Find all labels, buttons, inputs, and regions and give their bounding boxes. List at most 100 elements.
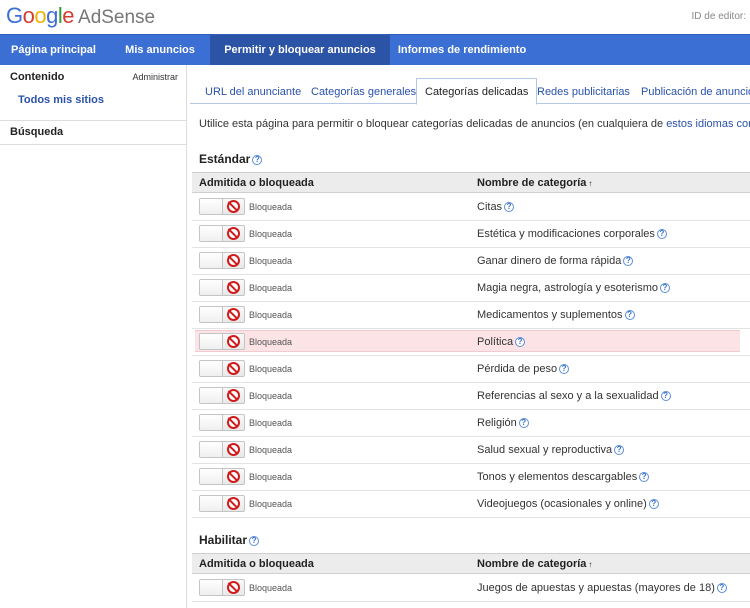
category-name: Estética y modificaciones corporales? bbox=[477, 228, 667, 240]
category-tabs: URL del anunciante Categorías generales … bbox=[190, 77, 750, 105]
blocked-icon bbox=[227, 200, 240, 213]
blocked-icon bbox=[227, 254, 240, 267]
blocked-icon bbox=[227, 497, 240, 510]
tab-general-categories[interactable]: Categorías generales bbox=[303, 81, 424, 104]
column-category-sort[interactable]: Nombre de categoría ↑ bbox=[477, 558, 592, 570]
supported-languages-link[interactable]: estos idiomas compatibles bbox=[666, 118, 750, 130]
status-label: Bloqueada bbox=[249, 364, 293, 374]
help-icon[interactable]: ? bbox=[559, 364, 570, 374]
help-icon[interactable]: ? bbox=[716, 583, 727, 593]
status-label: Bloqueada bbox=[249, 283, 293, 293]
table-header: Admitida o bloqueada Nombre de categoría ↑ bbox=[192, 172, 750, 193]
toggle-knob bbox=[200, 361, 223, 376]
sidebar-divider bbox=[0, 120, 186, 121]
table-row: Bloqueada Religión? bbox=[192, 410, 750, 437]
category-name: Religión? bbox=[477, 417, 529, 429]
column-status: Admitida o bloqueada bbox=[199, 558, 314, 570]
column-status: Admitida o bloqueada bbox=[199, 177, 314, 189]
status-label: Bloqueada bbox=[249, 583, 293, 593]
help-icon[interactable]: ? bbox=[614, 445, 625, 455]
nav-allow-block-ads[interactable]: Permitir y bloquear anuncios bbox=[210, 35, 390, 65]
sidebar-item-search[interactable]: Búsqueda bbox=[10, 126, 63, 138]
blocked-icon bbox=[227, 470, 240, 483]
blocked-icon bbox=[227, 227, 240, 240]
column-category-sort[interactable]: Nombre de categoría ↑ bbox=[477, 177, 592, 189]
nav-home[interactable]: Página principal bbox=[0, 35, 107, 65]
tab-advertiser-url[interactable]: URL del anunciante bbox=[197, 81, 309, 104]
help-icon[interactable]: ? bbox=[249, 536, 260, 546]
table-row: Bloqueada Política? bbox=[192, 329, 750, 356]
sidebar: Contenido Administrar Todos mis sitios B… bbox=[0, 65, 187, 608]
help-icon[interactable]: ? bbox=[518, 418, 529, 428]
table-row: Bloqueada Tonos y elementos descargables? bbox=[192, 464, 750, 491]
help-icon[interactable]: ? bbox=[648, 499, 659, 509]
category-name: Videojuegos (ocasionales y online)? bbox=[477, 498, 659, 510]
tab-sensitive-categories[interactable]: Categorías delicadas bbox=[416, 78, 538, 105]
toggle-knob bbox=[200, 580, 223, 595]
category-name: Referencias al sexo y a la sexualidad? bbox=[477, 390, 671, 402]
table-row: Bloqueada Juegos de apuestas y apuestas (… bbox=[192, 575, 750, 602]
allow-block-toggle[interactable] bbox=[199, 387, 245, 404]
help-icon[interactable]: ? bbox=[659, 283, 670, 293]
status-label: Bloqueada bbox=[249, 445, 293, 455]
sidebar-item-all-sites[interactable]: Todos mis sitios bbox=[18, 94, 104, 106]
category-name: Tonos y elementos descargables? bbox=[477, 471, 650, 483]
table-header: Admitida o bloqueada Nombre de categoría ↑ bbox=[192, 553, 750, 574]
status-label: Bloqueada bbox=[249, 472, 293, 482]
main-nav: Página principal Mis anuncios Permitir y… bbox=[0, 34, 750, 65]
sidebar-admin-link[interactable]: Administrar bbox=[132, 72, 178, 82]
allow-block-toggle[interactable] bbox=[199, 306, 245, 323]
allow-block-toggle[interactable] bbox=[199, 414, 245, 431]
allow-block-toggle[interactable] bbox=[199, 333, 245, 350]
help-icon[interactable]: ? bbox=[660, 391, 671, 401]
allow-block-toggle[interactable] bbox=[199, 360, 245, 377]
allow-block-toggle[interactable] bbox=[199, 495, 245, 512]
status-label: Bloqueada bbox=[249, 499, 293, 509]
status-label: Bloqueada bbox=[249, 202, 293, 212]
sidebar-divider bbox=[0, 144, 186, 145]
help-icon[interactable]: ? bbox=[656, 229, 667, 239]
allow-block-toggle[interactable] bbox=[199, 198, 245, 215]
blocked-icon bbox=[227, 416, 240, 429]
allow-block-toggle[interactable] bbox=[199, 579, 245, 596]
help-icon[interactable]: ? bbox=[504, 202, 515, 212]
status-label: Bloqueada bbox=[249, 310, 293, 320]
allow-block-toggle[interactable] bbox=[199, 225, 245, 242]
toggle-knob bbox=[200, 415, 223, 430]
tab-ad-networks[interactable]: Redes publicitarias bbox=[529, 81, 638, 104]
toggle-knob bbox=[200, 388, 223, 403]
allow-block-toggle[interactable] bbox=[199, 468, 245, 485]
help-icon[interactable]: ? bbox=[252, 155, 263, 165]
section-title: Estándar? bbox=[199, 152, 263, 166]
allow-block-toggle[interactable] bbox=[199, 252, 245, 269]
product-name: AdSense bbox=[78, 7, 156, 28]
section-title: Habilitar? bbox=[199, 533, 260, 547]
table-row: Bloqueada Magia negra, astrología y esote… bbox=[192, 275, 750, 302]
adsense-logo[interactable]: Google AdSense bbox=[6, 3, 155, 29]
help-icon[interactable]: ? bbox=[623, 256, 634, 266]
category-name: Juegos de apuestas y apuestas (mayores d… bbox=[477, 582, 727, 594]
status-label: Bloqueada bbox=[249, 337, 293, 347]
toggle-knob bbox=[200, 334, 223, 349]
table-row: Bloqueada Medicamentos y suplementos? bbox=[192, 302, 750, 329]
nav-performance-reports[interactable]: Informes de rendimiento bbox=[392, 35, 532, 65]
toggle-knob bbox=[200, 253, 223, 268]
category-name: Magia negra, astrología y esoterismo? bbox=[477, 282, 670, 294]
help-icon[interactable]: ? bbox=[515, 337, 526, 347]
toggle-knob bbox=[200, 307, 223, 322]
nav-my-ads[interactable]: Mis anuncios bbox=[114, 35, 206, 65]
intro-text: Utilice esta página para permitir o bloq… bbox=[199, 118, 750, 130]
table-row: Bloqueada Ganar dinero de forma rápida? bbox=[192, 248, 750, 275]
toggle-knob bbox=[200, 280, 223, 295]
toggle-knob bbox=[200, 469, 223, 484]
category-name: Citas? bbox=[477, 201, 515, 213]
allow-block-toggle[interactable] bbox=[199, 441, 245, 458]
category-name: Política? bbox=[477, 336, 526, 348]
tab-ad-serving[interactable]: Publicación de anuncios bbox=[633, 81, 750, 104]
toggle-knob bbox=[200, 496, 223, 511]
help-icon[interactable]: ? bbox=[624, 310, 635, 320]
allow-block-toggle[interactable] bbox=[199, 279, 245, 296]
help-icon[interactable]: ? bbox=[639, 472, 650, 482]
blocked-icon bbox=[227, 281, 240, 294]
sidebar-content-heading: Contenido bbox=[10, 71, 65, 83]
